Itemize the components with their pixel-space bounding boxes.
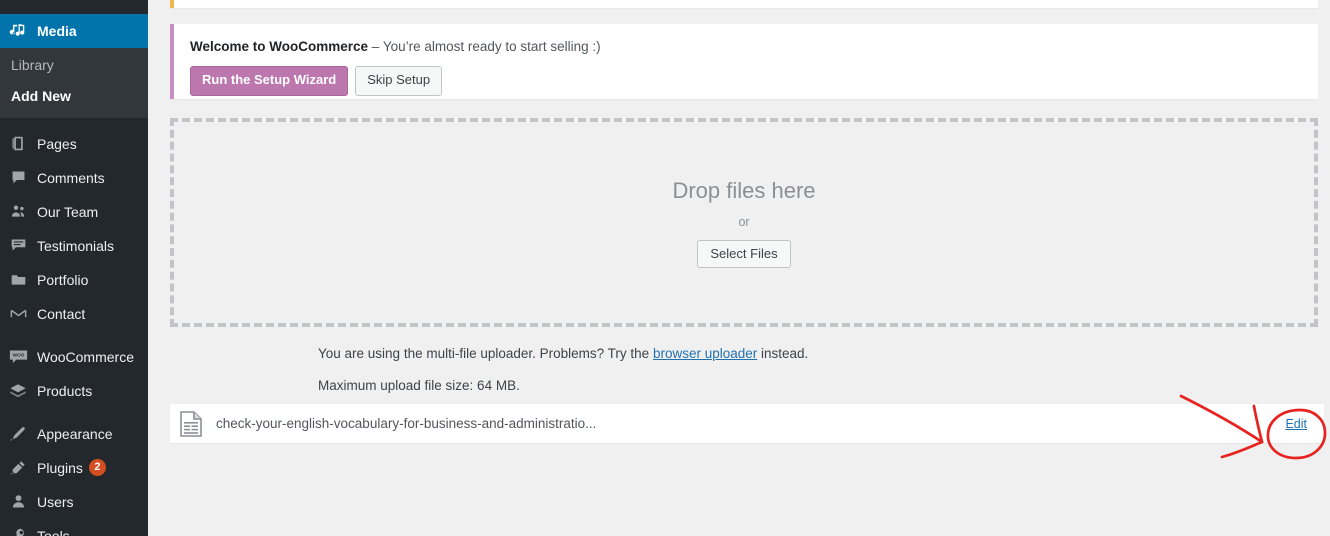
products-icon [7, 381, 29, 401]
sidebar-separator [0, 408, 148, 417]
appearance-icon [7, 424, 29, 444]
dropzone-title: Drop files here [672, 177, 816, 203]
sidebar-item-testimonials[interactable]: Testimonials [0, 229, 148, 263]
sidebar-item-label: WooCommerce [37, 348, 134, 365]
plugins-update-badge: 2 [88, 459, 106, 477]
uploaded-file-name: check-your-english-vocabulary-for-busine… [216, 416, 597, 431]
sidebar-top-spacer [0, 0, 148, 14]
edit-file-link[interactable]: Edit [1285, 417, 1307, 431]
sidebar-subitem-add-new[interactable]: Add New [0, 81, 148, 112]
document-icon [176, 410, 206, 437]
notice-buttons: Run the Setup Wizard Skip Setup [190, 66, 1306, 97]
uploader-note-suffix: instead. [757, 346, 809, 361]
uploader-note: You are using the multi-file uploader. P… [318, 344, 808, 364]
notice-message: You’re almost ready to start selling :) [382, 39, 601, 54]
run-setup-wizard-button[interactable]: Run the Setup Wizard [190, 66, 349, 97]
sidebar-item-woocommerce[interactable]: WOO WooCommerce [0, 340, 148, 374]
notice-text: Welcome to WooCommerce – You’re almost r… [190, 37, 1306, 57]
notice-title: Welcome to WooCommerce [190, 39, 369, 54]
notice-dash: – [368, 39, 383, 54]
main-content: Welcome to WooCommerce – You’re almost r… [148, 0, 1330, 536]
sidebar-item-pages[interactable]: Pages [0, 127, 148, 161]
page-icon [7, 134, 29, 154]
sidebar-item-portfolio[interactable]: Portfolio [0, 263, 148, 297]
sidebar-item-label: Media [37, 23, 77, 39]
testimonial-icon [7, 236, 29, 256]
woocommerce-icon: WOO [7, 347, 29, 367]
uploader-note-prefix: You are using the multi-file uploader. P… [318, 346, 653, 361]
comment-icon [7, 168, 29, 188]
sidebar-item-plugins[interactable]: Plugins 2 [0, 451, 148, 485]
sidebar-item-label: Contact [37, 305, 86, 322]
sidebar-item-label: Our Team [37, 203, 99, 220]
sidebar-item-label: Products [37, 382, 93, 399]
user-icon [7, 492, 29, 512]
sidebar-subitem-library[interactable]: Library [0, 50, 148, 81]
wrench-icon [7, 526, 29, 536]
sidebar-item-users[interactable]: Users [0, 485, 148, 519]
file-dropzone[interactable]: Drop files here or Select Files [170, 118, 1318, 327]
sidebar-item-products[interactable]: Products [0, 374, 148, 408]
sidebar-item-label: Plugins [37, 459, 83, 476]
sidebar-item-label: Users [37, 493, 74, 510]
sidebar-item-label: Portfolio [37, 271, 89, 288]
browser-uploader-link[interactable]: browser uploader [653, 346, 757, 361]
max-upload-size-text: Maximum upload file size: 64 MB. [318, 378, 520, 393]
sidebar-item-contact[interactable]: Contact [0, 297, 148, 331]
sidebar-item-media[interactable]: Media [0, 14, 156, 48]
wordpress-admin-screen: Media Library Add New Pages Comments Our… [0, 0, 1330, 536]
media-icon [7, 21, 29, 41]
skip-setup-button[interactable]: Skip Setup [355, 66, 443, 97]
sidebar-item-label: Comments [37, 169, 105, 186]
sidebar-item-our-team[interactable]: Our Team [0, 195, 148, 229]
sidebar-item-label: Tools [37, 527, 70, 536]
sidebar-separator [0, 118, 148, 127]
plugins-icon [7, 458, 29, 478]
sidebar-item-label: Testimonials [37, 237, 115, 254]
sidebar-item-label: Pages [37, 135, 77, 152]
dropzone-or-text: or [738, 214, 750, 229]
sidebar-item-tools[interactable]: Tools [0, 519, 148, 536]
sidebar-separator [0, 331, 148, 340]
users-group-icon [7, 202, 29, 222]
sidebar-item-label: Appearance [37, 425, 113, 442]
sidebar-item-comments[interactable]: Comments [0, 161, 148, 195]
sidebar-submenu-media: Library Add New [0, 48, 148, 118]
select-files-button[interactable]: Select Files [697, 239, 791, 268]
woocommerce-welcome-notice: Welcome to WooCommerce – You’re almost r… [170, 24, 1318, 99]
partial-notice-top [170, 0, 1318, 8]
portfolio-icon [7, 270, 29, 290]
admin-sidebar: Media Library Add New Pages Comments Our… [0, 0, 156, 536]
svg-text:WOO: WOO [12, 352, 24, 357]
uploaded-file-row: check-your-english-vocabulary-for-busine… [170, 404, 1324, 444]
sidebar-item-appearance[interactable]: Appearance [0, 417, 148, 451]
envelope-icon [7, 304, 29, 324]
